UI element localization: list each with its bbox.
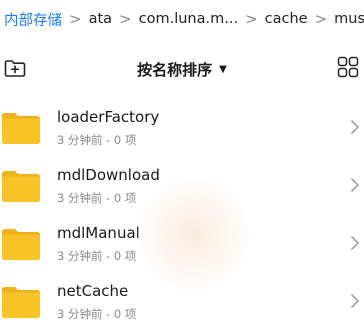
breadcrumb-separator: > [119,10,132,28]
sort-by-name-button[interactable]: 按名称排序 ▼ [0,58,364,80]
file-list: loaderFactory 3 分钟前 - 0 项 mdlDownload 3 … [0,96,364,328]
folder-icon [2,287,40,318]
breadcrumb-item-ata[interactable]: ata [87,11,114,27]
list-item[interactable]: mdlDownload 3 分钟前 - 0 项 [0,154,364,212]
breadcrumb-separator: > [245,10,258,28]
breadcrumb-item-music[interactable]: music [332,11,364,27]
breadcrumb-separator: > [69,10,82,28]
folder-icon [2,113,40,144]
breadcrumb-separator: > [314,10,328,28]
file-name: mdlManual [57,224,140,242]
chevron-right-icon [351,178,359,192]
file-meta: 3 分钟前 - 0 项 [57,133,137,147]
chevron-right-icon [351,236,359,250]
caret-down-icon: ▼ [219,63,227,75]
grid-view-icon [337,56,359,78]
sort-label: 按名称排序 [137,60,213,79]
breadcrumb-item-cache[interactable]: cache [263,11,310,27]
file-name: netCache [57,282,129,300]
file-meta: 3 分钟前 - 0 项 [57,249,137,263]
breadcrumb-item-com-luna[interactable]: com.luna.m... [137,11,240,27]
folder-icon [2,229,40,260]
list-item[interactable]: loaderFactory 3 分钟前 - 0 项 [0,96,364,154]
breadcrumb-item-internal-storage[interactable]: 内部存储 [0,9,64,30]
file-name: loaderFactory [57,108,160,126]
view-toggle-button[interactable] [336,55,360,79]
list-item[interactable]: netCache 3 分钟前 - 0 项 [0,270,364,328]
chevron-right-icon [351,120,359,134]
folder-icon [2,171,40,202]
file-meta: 3 分钟前 - 0 项 [57,191,137,205]
file-meta: 3 分钟前 - 0 项 [57,307,137,321]
breadcrumb: 内部存储 > ata > com.luna.m... > cache > mus… [0,0,364,38]
list-item[interactable]: mdlManual 3 分钟前 - 0 项 [0,212,364,270]
file-name: mdlDownload [57,166,160,184]
chevron-right-icon [351,294,359,308]
toolbar: 按名称排序 ▼ [0,48,364,88]
